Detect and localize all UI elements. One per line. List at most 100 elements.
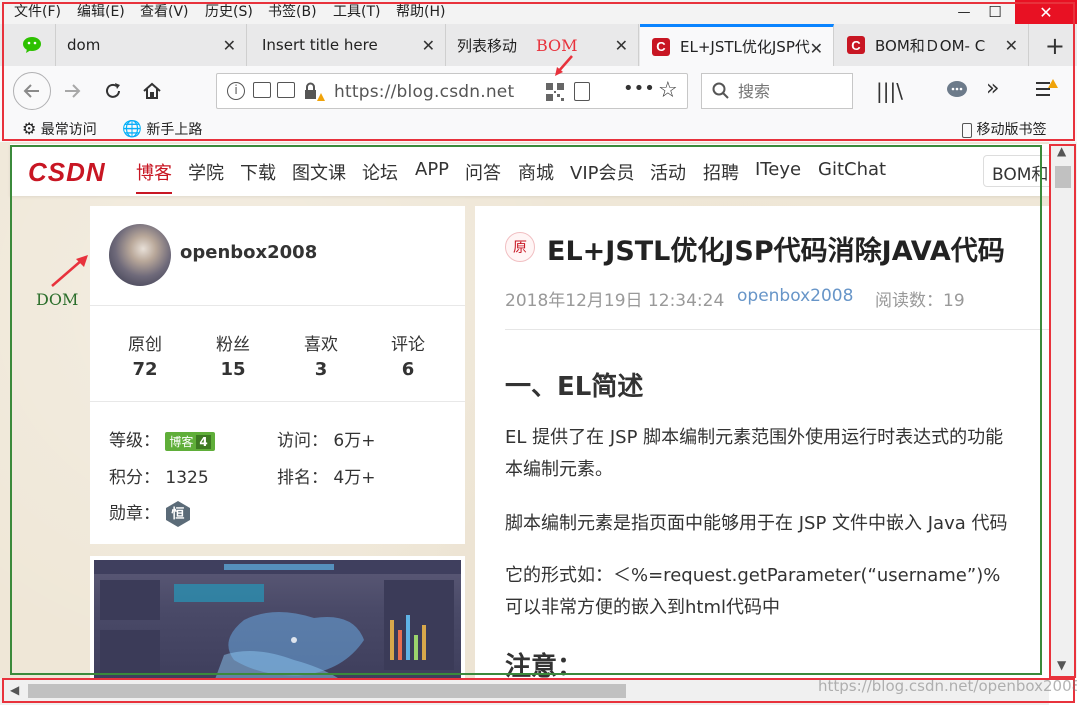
close-tab-icon[interactable]: ✕: [1005, 36, 1018, 55]
scrollbar-thumb[interactable]: [28, 684, 626, 698]
url-text: https://blog.csdn.net: [334, 82, 515, 102]
bom-arrow-icon: [555, 55, 573, 76]
site-search-input[interactable]: BOM和: [983, 155, 1049, 187]
avatar[interactable]: [109, 224, 171, 286]
tab-bom-dom[interactable]: C BOM和ＤOM- C ✕: [835, 24, 1029, 66]
medal-icon[interactable]: 恒: [165, 500, 191, 528]
medal-text: 恒: [171, 507, 185, 522]
nav-vip[interactable]: VIP会员: [570, 159, 634, 185]
new-tab-button[interactable]: +: [1045, 32, 1065, 60]
article-author-link[interactable]: openbox2008: [737, 286, 853, 306]
rank-label: 排名：: [277, 468, 328, 488]
menu-bookmarks[interactable]: 书签(B): [268, 1, 317, 21]
points-label: 积分：: [109, 468, 160, 488]
forward-button[interactable]: [56, 75, 88, 107]
bookmark-label: 移动版书签: [976, 122, 1047, 138]
menu-edit[interactable]: 编辑(E): [77, 1, 125, 21]
page-actions-icon[interactable]: •••: [623, 78, 655, 99]
nav-image-course[interactable]: 图文课: [292, 159, 346, 185]
page-viewport: CSDN 博客 学院 下载 图文课 论坛 APP 问答 商城 VIP会员 活动 …: [0, 142, 1049, 678]
scroll-left-icon[interactable]: ◀: [10, 683, 19, 697]
chat-icon[interactable]: [946, 80, 968, 104]
paragraph: 脚本编制元素是指页面中能够用于在 JSP 文件中嵌入 Java 代码: [505, 508, 1049, 540]
scroll-up-icon[interactable]: ▲: [1057, 144, 1066, 158]
menu-file[interactable]: 文件(F): [14, 1, 61, 21]
vertical-scrollbar[interactable]: ▲ ▼: [1049, 142, 1077, 678]
level-badge-text: 博客: [169, 434, 194, 449]
tab-el-jstl[interactable]: C EL+JSTL优化JSP代 ✕: [640, 24, 834, 66]
home-icon: [143, 82, 161, 99]
library-icon[interactable]: |||\: [876, 79, 903, 103]
url-bar[interactable]: i https://blog.csdn.net ••• ☆: [216, 73, 688, 109]
level-number: 4: [196, 434, 211, 449]
nav-qa[interactable]: 问答: [465, 159, 501, 185]
stat-original[interactable]: 原创 72: [110, 330, 180, 380]
nav-events[interactable]: 活动: [650, 159, 686, 185]
level-badge[interactable]: 博客 4: [165, 431, 215, 451]
visits-row: 访问： 6万+: [277, 426, 375, 451]
menu-help[interactable]: 帮助(H): [396, 1, 445, 21]
scrollbar-thumb[interactable]: [1055, 166, 1071, 188]
close-window-button[interactable]: ✕: [1015, 0, 1077, 24]
lock-warning-icon[interactable]: [303, 82, 325, 106]
rank-value: 4万+: [333, 468, 376, 488]
permissions-icon[interactable]: [253, 82, 271, 98]
search-icon: [712, 82, 729, 99]
csdn-logo[interactable]: CSDN: [28, 157, 106, 188]
tab-label: 列表移动: [457, 36, 518, 55]
back-button[interactable]: [13, 72, 51, 110]
menu-history[interactable]: 历史(S): [205, 1, 253, 21]
close-tab-icon[interactable]: ✕: [223, 36, 236, 55]
nav-blog[interactable]: 博客: [136, 159, 172, 185]
star-icon[interactable]: ☆: [658, 78, 678, 103]
reload-button[interactable]: [97, 75, 129, 107]
bookmark-most-visited[interactable]: ⚙ 最常访问: [22, 119, 97, 139]
bookmark-label: 最常访问: [40, 122, 97, 138]
bookmarks-toolbar: ⚙ 最常访问 🌐 新手上路 移动版书签: [0, 116, 1077, 142]
nav-jobs[interactable]: 招聘: [703, 159, 739, 185]
article-date: 2018年12月19日 12:34:24: [505, 291, 725, 311]
menu-tools[interactable]: 工具(T): [333, 1, 380, 21]
navigation-toolbar: i https://blog.csdn.net ••• ☆ |||\ »: [0, 66, 1077, 116]
stat-likes[interactable]: 喜欢 3: [286, 330, 356, 380]
search-input[interactable]: [738, 80, 848, 102]
close-tab-icon[interactable]: ✕: [810, 39, 823, 58]
scroll-down-icon[interactable]: ▼: [1057, 658, 1066, 672]
hamburger-menu-icon[interactable]: [1034, 78, 1058, 104]
nav-academy[interactable]: 学院: [188, 159, 224, 185]
nav-gitchat[interactable]: GitChat: [818, 159, 886, 180]
qr-code-icon[interactable]: [546, 83, 564, 105]
section-heading: 一、EL简述: [505, 372, 644, 402]
reader-view-icon[interactable]: [574, 82, 590, 101]
nav-app[interactable]: APP: [415, 159, 449, 180]
paragraph: 它的形式如：＜%=request.getParameter(“username”…: [505, 560, 1049, 624]
ad-banner[interactable]: [90, 556, 465, 678]
close-tab-icon[interactable]: ✕: [615, 36, 628, 55]
stat-comments[interactable]: 评论 6: [373, 330, 443, 380]
info-icon[interactable]: i: [227, 82, 245, 100]
tab-wechat[interactable]: [10, 24, 56, 66]
close-tab-icon[interactable]: ✕: [422, 36, 435, 55]
nav-mall[interactable]: 商城: [518, 159, 554, 185]
nav-forum[interactable]: 论坛: [362, 159, 398, 185]
dashboard-ad-image: [94, 560, 461, 678]
home-button[interactable]: [136, 75, 168, 107]
nav-iteye[interactable]: ITeye: [755, 159, 801, 180]
tab-insert-title[interactable]: Insert title here ✕: [248, 24, 446, 66]
menu-view[interactable]: 查看(V): [140, 1, 189, 21]
search-box[interactable]: [701, 73, 853, 109]
profile-card: openbox2008 原创 72 粉丝 15 喜欢 3 评论 6 等级： 博客…: [90, 206, 465, 544]
article: 原 EL+JSTL优化JSP代码消除JAVA代码 2018年12月19日 12:…: [475, 206, 1049, 678]
blocked-icon[interactable]: [277, 82, 295, 98]
level-row: 等级： 博客 4: [109, 426, 215, 451]
medal-label: 勋章：: [109, 504, 160, 524]
maximize-button[interactable]: ☐: [975, 0, 1015, 24]
tab-dom[interactable]: dom ✕: [57, 24, 247, 66]
bookmark-mobile[interactable]: 移动版书签: [962, 119, 1046, 139]
nav-download[interactable]: 下载: [240, 159, 276, 185]
stat-fans[interactable]: 粉丝 15: [198, 330, 268, 380]
bookmark-getting-started[interactable]: 🌐 新手上路: [122, 119, 202, 139]
overflow-chevron-icon[interactable]: »: [986, 76, 999, 101]
active-nav-underline: [136, 192, 172, 194]
username[interactable]: openbox2008: [180, 242, 317, 263]
